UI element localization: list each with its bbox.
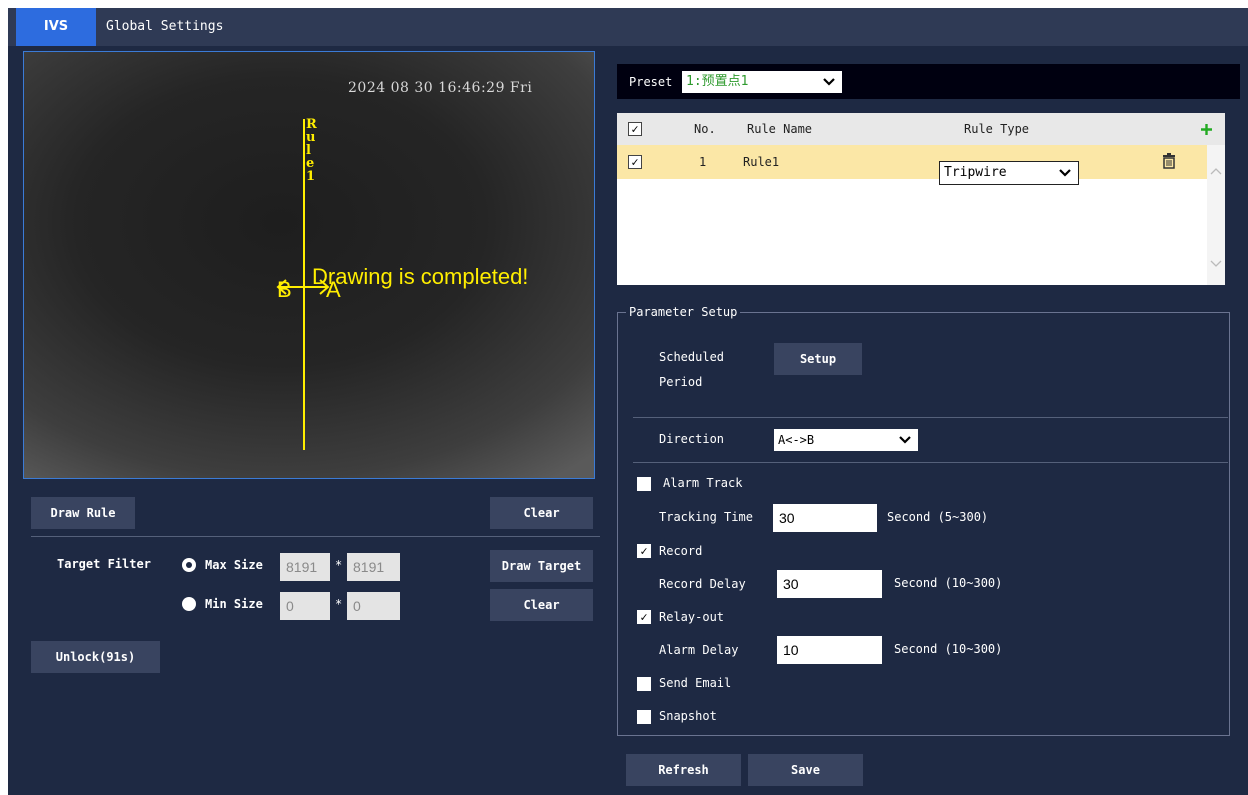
relay-out-checkbox[interactable]: ✓	[637, 610, 651, 624]
save-button[interactable]: Save	[748, 754, 863, 786]
plus-icon[interactable]	[1200, 123, 1213, 136]
max-width-input[interactable]: 8191	[280, 553, 330, 581]
preset-select[interactable]: 1:预置点1	[682, 71, 842, 93]
alarm-track-checkbox[interactable]	[637, 477, 651, 491]
divider	[31, 536, 600, 537]
trash-icon[interactable]	[1162, 153, 1176, 169]
max-size-label: Max Size	[205, 558, 263, 572]
snapshot-checkbox[interactable]	[637, 710, 651, 724]
chevron-down-icon	[1059, 169, 1071, 177]
tracking-time-input[interactable]: 30	[773, 504, 877, 532]
rule-enable-checkbox[interactable]: ✓	[628, 155, 642, 169]
times-sign: *	[335, 558, 343, 572]
video-preview[interactable]: 2024 08 30 16:46:29 Fri R u l e 1 B A Dr…	[23, 51, 595, 479]
min-height-input[interactable]: 0	[347, 592, 400, 620]
relay-out-label: Relay-out	[659, 610, 725, 624]
scheduled-period-label-2: Period	[659, 375, 703, 389]
rule-table-scrollbar[interactable]	[1207, 145, 1225, 285]
rule-type-value: Tripwire	[944, 165, 1007, 180]
tracking-time-range: Second (5~300)	[887, 510, 989, 524]
unlock-button[interactable]: Unlock(91s)	[31, 641, 160, 673]
col-rule-type: Rule Type	[964, 122, 1030, 136]
parameter-setup-group	[617, 312, 1230, 736]
record-delay-input[interactable]: 30	[777, 570, 882, 598]
min-size-radio[interactable]	[182, 597, 196, 611]
chevron-up-icon[interactable]	[1210, 167, 1222, 175]
direction-select[interactable]: A<->B	[774, 429, 918, 451]
chevron-down-icon[interactable]	[1210, 260, 1222, 268]
record-delay-label: Record Delay	[659, 577, 746, 591]
select-all-checkbox[interactable]: ✓	[628, 122, 642, 136]
schedule-setup-button[interactable]: Setup	[774, 343, 862, 375]
clear-rule-button[interactable]: Clear	[490, 497, 593, 529]
send-email-checkbox[interactable]	[637, 677, 651, 691]
alarm-delay-input[interactable]: 10	[777, 636, 882, 664]
rule-table: ✓ No. Rule Name Rule Type ✓ 1 Rule1	[617, 113, 1225, 285]
alarm-delay-label: Alarm Delay	[659, 643, 739, 657]
parameter-setup-title: Parameter Setup	[626, 305, 741, 319]
col-rule-name: Rule Name	[747, 122, 813, 136]
min-width-input[interactable]: 0	[280, 592, 330, 620]
divider	[633, 417, 1228, 418]
record-delay-range: Second (10~300)	[894, 576, 1003, 590]
record-label: Record	[659, 544, 703, 558]
draw-rule-button[interactable]: Draw Rule	[31, 497, 135, 529]
draw-target-button[interactable]: Draw Target	[490, 550, 593, 582]
preset-select-value: 1:预置点1	[686, 74, 749, 89]
rule-type-select[interactable]: Tripwire	[939, 161, 1079, 185]
top-tab-bar: IVS Global Settings	[8, 8, 1248, 46]
table-row[interactable]: ✓ 1 Rule1	[617, 145, 1207, 179]
refresh-button[interactable]: Refresh	[626, 754, 741, 786]
max-size-radio[interactable]	[182, 558, 196, 572]
rule-label: R u l e 1	[306, 118, 317, 184]
send-email-label: Send Email	[659, 676, 732, 690]
divider	[633, 462, 1228, 463]
chevron-down-icon	[823, 78, 835, 86]
rule-no: 1	[699, 155, 707, 169]
chevron-down-icon	[899, 436, 911, 444]
rule-table-header: ✓ No. Rule Name Rule Type	[617, 113, 1225, 145]
clear-target-button[interactable]: Clear	[490, 589, 593, 621]
direction-value: A<->B	[778, 433, 815, 447]
tracking-time-label: Tracking Time	[659, 510, 753, 524]
alarm-delay-range: Second (10~300)	[894, 642, 1003, 656]
target-filter-label: Target Filter	[57, 557, 151, 571]
scheduled-period-label: Scheduled	[659, 350, 725, 364]
rule-name: Rule1	[743, 155, 780, 169]
tab-ivs[interactable]: IVS	[16, 8, 96, 46]
tab-global-settings[interactable]: Global Settings	[106, 8, 223, 46]
drawing-status-message: Drawing is completed!	[312, 264, 529, 289]
rule-label-char: 1	[306, 169, 316, 184]
alarm-track-label: Alarm Track	[663, 476, 743, 490]
snapshot-label: Snapshot	[659, 709, 717, 723]
record-checkbox[interactable]: ✓	[637, 544, 651, 558]
preset-label: Preset	[629, 75, 673, 89]
max-height-input[interactable]: 8191	[347, 553, 400, 581]
times-sign: *	[335, 597, 343, 611]
col-no: No.	[694, 122, 716, 136]
direction-label: Direction	[659, 432, 725, 446]
min-size-label: Min Size	[205, 597, 263, 611]
side-b-label: B	[277, 277, 292, 302]
